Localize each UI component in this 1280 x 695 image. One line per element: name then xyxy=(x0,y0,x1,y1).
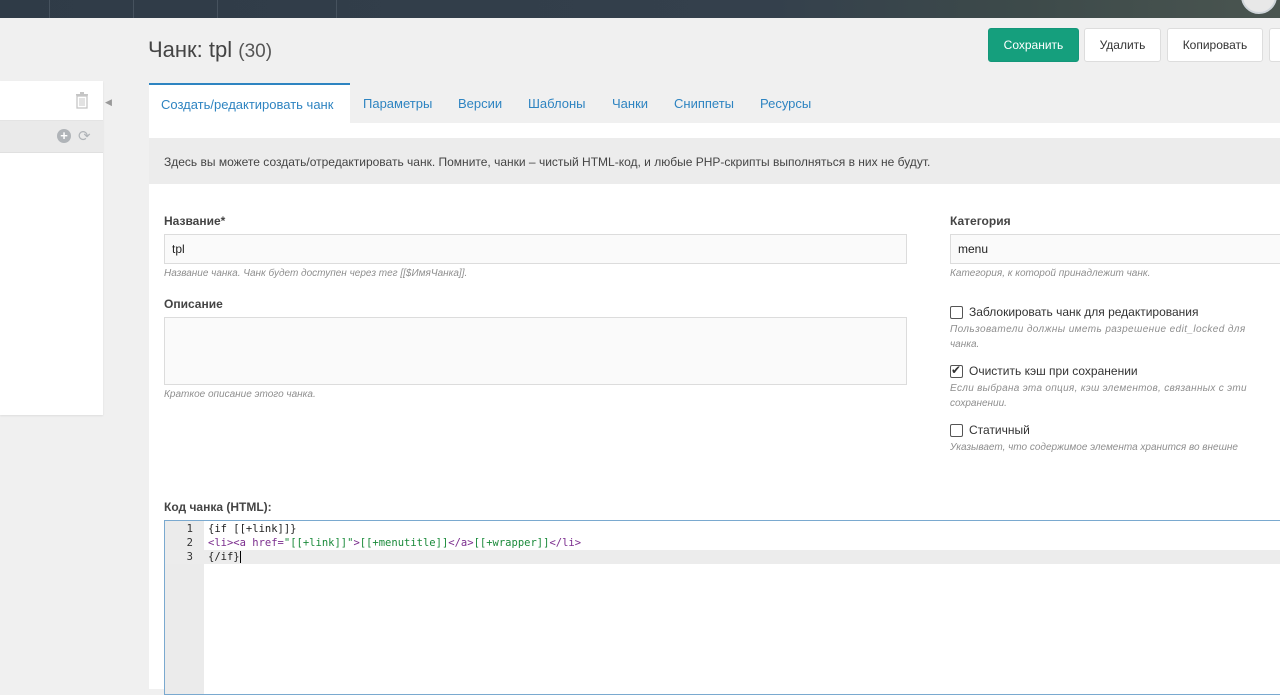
clear-cache-hint-line2: сохранении. xyxy=(950,398,1007,409)
text-cursor xyxy=(239,551,241,563)
tab-chunks[interactable]: Чанки xyxy=(612,83,648,124)
static-hint: Указывает, что содержимое элемента храни… xyxy=(950,442,1238,453)
delete-button[interactable]: Удалить xyxy=(1084,28,1161,62)
code-line: 1 {if [[+link]]} xyxy=(165,522,1280,536)
topbar-separator xyxy=(49,0,50,18)
name-field[interactable]: tpl xyxy=(164,234,907,264)
category-label: Категория xyxy=(950,214,1011,228)
code-line-content: {/if} xyxy=(208,551,240,563)
page-title-text: Чанк: tpl xyxy=(148,37,233,62)
description-field[interactable] xyxy=(164,317,907,385)
code-line-text: <li><a href="[[+link]]">[[+menutitle]]</… xyxy=(208,536,581,550)
code-line-active: 3 {/if} xyxy=(165,550,1280,564)
category-select[interactable]: menu xyxy=(950,234,1280,264)
topbar-separator xyxy=(217,0,218,18)
topbar-separator xyxy=(336,0,337,18)
code-token-tag: <li xyxy=(208,537,227,549)
clear-cache-checkbox-label: Очистить кэш при сохранении xyxy=(969,364,1138,378)
collapse-panel-icon[interactable]: ◀ xyxy=(105,97,112,108)
tab-templates[interactable]: Шаблоны xyxy=(528,83,586,124)
clear-cache-checkbox[interactable] xyxy=(950,363,963,378)
topbar-separator xyxy=(133,0,134,18)
code-line-text: {if [[+link]]} xyxy=(208,523,297,535)
code-token-text: [[+wrapper]] xyxy=(473,537,550,549)
lock-checkbox-row[interactable]: Заблокировать чанк для редактирования xyxy=(950,305,1199,319)
code-token-tag: <a xyxy=(233,537,246,549)
tab-versions[interactable]: Версии xyxy=(458,83,502,124)
code-token-tag: </li xyxy=(549,537,575,549)
clear-cache-hint-line1: Если выбрана эта опция, кэш элементов, с… xyxy=(950,383,1247,394)
name-label: Название* xyxy=(164,214,226,228)
tree-toolbar-actions: + ⟳ xyxy=(0,121,103,153)
top-navigation-bar xyxy=(0,0,1280,18)
category-hint: Категория, к которой принадлежит чанк. xyxy=(950,268,1151,279)
code-token-attr: href= xyxy=(245,537,284,549)
code-label: Код чанка (HTML): xyxy=(164,500,272,514)
chunk-edit-form: Здесь вы можете создать/отредактировать … xyxy=(149,123,1280,695)
static-checkbox-row[interactable]: Статичный xyxy=(950,423,1030,437)
save-button[interactable]: Сохранить xyxy=(988,28,1079,62)
clear-cache-checkbox-row[interactable]: Очистить кэш при сохранении xyxy=(950,363,1138,378)
code-editor[interactable]: 1 {if [[+link]]} 2 <li > <a href="[[+link]… xyxy=(164,520,1280,695)
tab-edit-chunk[interactable]: Создать/редактировать чанк xyxy=(149,83,350,124)
info-message: Здесь вы можете создать/отредактировать … xyxy=(149,138,1280,184)
code-token-tag: </a xyxy=(448,537,468,549)
lock-hint-line2: чанка. xyxy=(950,339,980,350)
user-avatar[interactable] xyxy=(1241,0,1277,14)
tab-resources[interactable]: Ресурсы xyxy=(760,83,811,124)
page-title-count: (30) xyxy=(238,41,273,62)
tree-toolbar-top xyxy=(0,81,103,121)
code-token-text: [[+menutitle]] xyxy=(359,537,449,549)
tab-snippets[interactable]: Сниппеты xyxy=(674,83,734,124)
description-hint: Краткое описание этого чанка. xyxy=(164,389,316,400)
trash-icon[interactable] xyxy=(75,92,89,109)
code-line-text: {/if} xyxy=(208,550,241,564)
copy-button[interactable]: Копировать xyxy=(1167,28,1263,62)
static-checkbox-label: Статичный xyxy=(969,423,1030,437)
add-circle-icon[interactable]: + xyxy=(57,129,71,143)
code-line: 2 <li><a href="[[+link]]">[[+menutitle]]… xyxy=(165,536,1280,550)
tab-bar: Создать/редактировать чанк Параметры Вер… xyxy=(149,83,1280,124)
refresh-icon[interactable]: ⟳ xyxy=(78,127,91,145)
tab-parameters[interactable]: Параметры xyxy=(363,83,432,124)
line-number: 1 xyxy=(186,523,193,535)
more-actions-button[interactable] xyxy=(1269,28,1280,62)
description-label: Описание xyxy=(164,297,223,311)
lock-checkbox-label: Заблокировать чанк для редактирования xyxy=(969,305,1199,319)
static-checkbox[interactable] xyxy=(950,423,963,437)
element-tree-panel: + ⟳ xyxy=(0,81,103,415)
page-title: Чанк: tpl (30) xyxy=(148,37,272,63)
code-token-tag: > xyxy=(574,537,582,549)
lock-checkbox[interactable] xyxy=(950,305,963,319)
line-number: 2 xyxy=(186,537,193,549)
code-token-string: "[[+link]]" xyxy=(283,537,354,549)
line-number: 3 xyxy=(186,551,193,563)
name-hint: Название чанка. Чанк будет доступен чере… xyxy=(164,268,468,279)
lock-hint-line1: Пользователи должны иметь разрешение edi… xyxy=(950,324,1246,335)
